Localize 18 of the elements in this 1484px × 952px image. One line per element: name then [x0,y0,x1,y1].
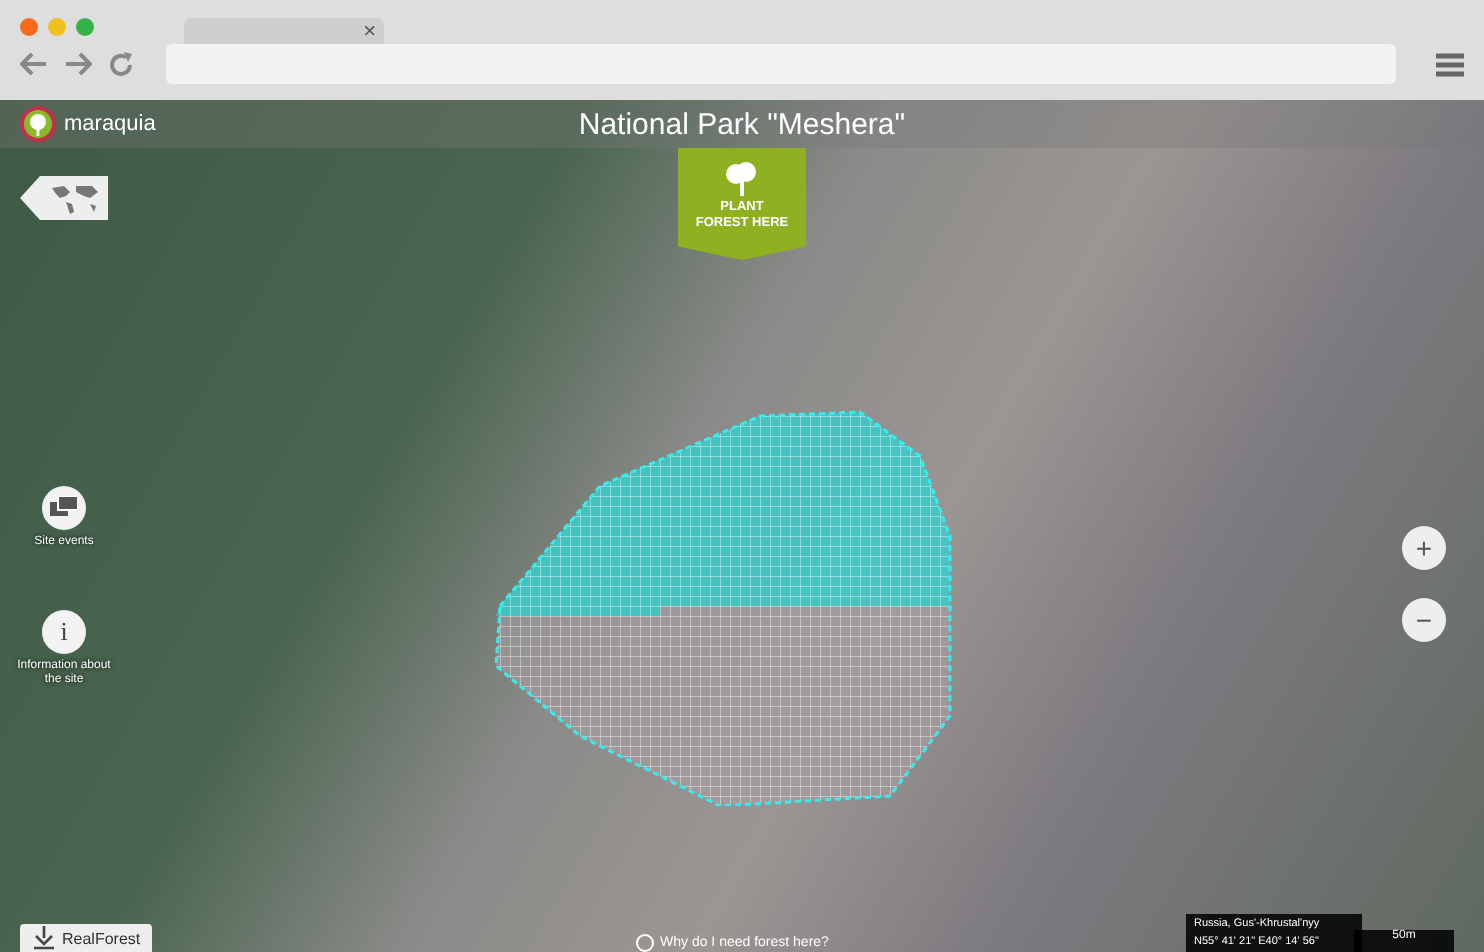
zoom-out-button[interactable]: − [1402,598,1446,642]
page-title: National Park "Meshera" [576,107,908,141]
reload-icon[interactable] [108,51,134,77]
brand-badge[interactable]: RealForest [20,924,153,952]
help-icon [636,933,654,951]
browser-tab[interactable]: × [184,18,384,46]
zoom-in-button[interactable]: + [1402,526,1446,570]
forward-icon[interactable] [64,52,92,76]
events-button[interactable] [42,486,86,530]
windows-icon [50,496,78,520]
world-map-back-button[interactable] [20,176,108,220]
info-button[interactable]: i [42,610,86,655]
close-window-button[interactable] [20,17,38,35]
menu-icon[interactable] [1436,51,1464,77]
back-icon[interactable] [20,52,48,76]
maximize-window-button[interactable] [76,17,94,35]
tree-logo-icon [20,106,56,142]
logo-text[interactable]: maraquia [64,112,156,136]
